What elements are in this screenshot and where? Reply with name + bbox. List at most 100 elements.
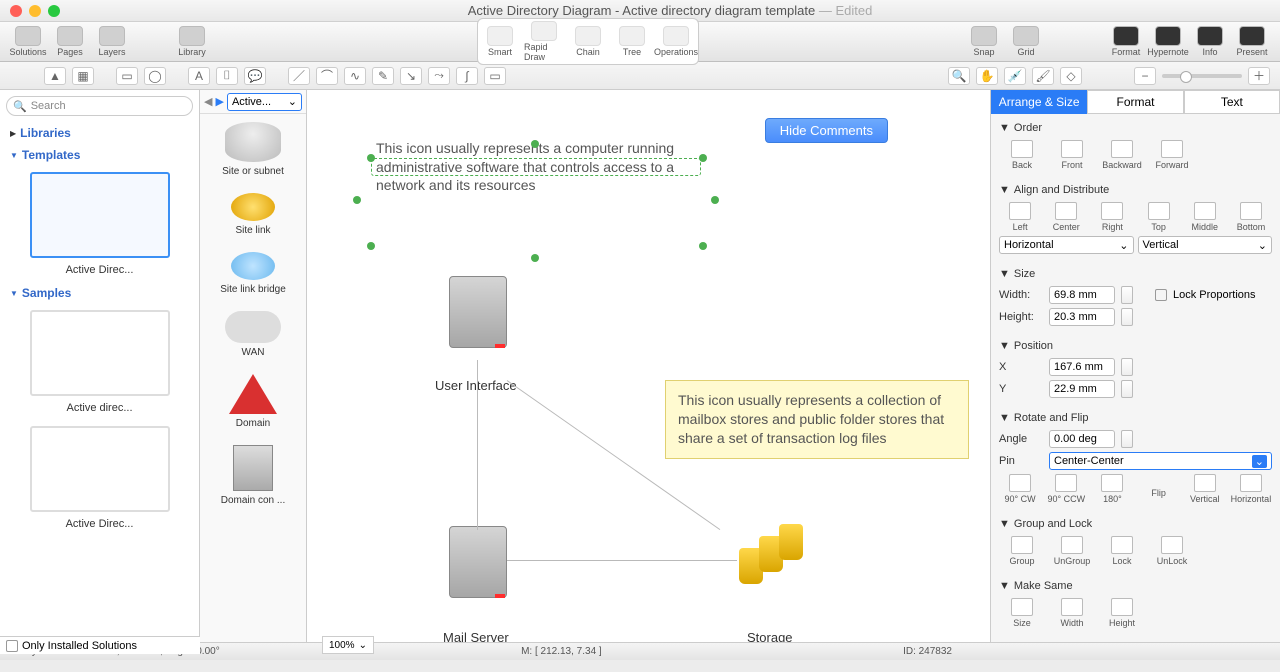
eyedropper-tool[interactable]: 💉 <box>1004 67 1026 85</box>
rotate-90cw[interactable]: 90° CW <box>999 474 1041 504</box>
resize-handle[interactable] <box>531 140 539 148</box>
pin-select[interactable]: Center-Center⌄ <box>1049 452 1272 470</box>
order-backward[interactable]: Backward <box>1099 140 1145 170</box>
align-top[interactable]: Top <box>1138 202 1180 232</box>
zoom-icon[interactable] <box>48 5 60 17</box>
ungroup-button[interactable]: UnGroup <box>1049 536 1095 566</box>
angle-field[interactable] <box>1049 430 1115 448</box>
samples-header[interactable]: ▼Samples <box>0 282 199 304</box>
order-forward[interactable]: Forward <box>1149 140 1195 170</box>
lock-button[interactable]: Lock <box>1099 536 1145 566</box>
group-button[interactable]: Group <box>999 536 1045 566</box>
unlock-button[interactable]: UnLock <box>1149 536 1195 566</box>
pages-button[interactable]: Pages <box>50 26 90 57</box>
textbox-tool[interactable]: ⌷ <box>216 67 238 85</box>
make-size[interactable]: Size <box>999 598 1045 628</box>
angle-stepper[interactable] <box>1121 430 1133 448</box>
resize-handle[interactable] <box>531 254 539 262</box>
distribute-vertical[interactable]: Vertical⌄ <box>1138 236 1273 254</box>
library-select[interactable]: Active...⌄ <box>227 93 302 111</box>
brush-tool[interactable]: 🖌 <box>1032 67 1054 85</box>
solutions-button[interactable]: Solutions <box>8 26 48 57</box>
shape-site-subnet[interactable]: Site or subnet <box>200 114 306 185</box>
shape-site-link-bridge[interactable]: Site link bridge <box>200 244 306 303</box>
operations-button[interactable]: Operations <box>656 26 696 57</box>
height-stepper[interactable] <box>1121 308 1133 326</box>
spline-tool[interactable]: ∫ <box>456 67 478 85</box>
shape-site-link[interactable]: Site link <box>200 185 306 244</box>
hand-tool[interactable]: ✋ <box>976 67 998 85</box>
resize-handle[interactable] <box>367 154 375 162</box>
close-icon[interactable] <box>10 5 22 17</box>
order-front[interactable]: Front <box>1049 140 1095 170</box>
line-tool[interactable]: ／ <box>288 67 310 85</box>
connector-tool[interactable]: ↘ <box>400 67 422 85</box>
search-input[interactable]: 🔍 Search <box>6 96 193 116</box>
shape-domain-controller[interactable]: Domain con ... <box>200 437 306 514</box>
resize-handle[interactable] <box>699 242 707 250</box>
comment-note-2[interactable]: This icon usually represents a collectio… <box>665 380 969 459</box>
eraser-tool[interactable]: ◇ <box>1060 67 1082 85</box>
format-button[interactable]: Format <box>1106 26 1146 57</box>
grid-button[interactable]: Grid <box>1006 26 1046 57</box>
zoom-out-icon[interactable]: − <box>1134 67 1156 85</box>
comment-note-1[interactable]: This icon usually represents a computer … <box>371 158 701 176</box>
height-field[interactable] <box>1049 308 1115 326</box>
info-button[interactable]: Info <box>1190 26 1230 57</box>
zoom-display[interactable]: 100% ⌄ <box>322 636 374 654</box>
lock-proportions-checkbox[interactable] <box>1155 289 1167 301</box>
align-center[interactable]: Center <box>1045 202 1087 232</box>
callout-tool[interactable]: 💬 <box>244 67 266 85</box>
resize-handle[interactable] <box>699 154 707 162</box>
arc-tool[interactable]: ⌒ <box>316 67 338 85</box>
sample-thumb-2[interactable] <box>30 426 170 512</box>
x-field[interactable] <box>1049 358 1115 376</box>
align-middle[interactable]: Middle <box>1184 202 1226 232</box>
nav-back-icon[interactable]: ◀ <box>204 95 212 108</box>
tab-format[interactable]: Format <box>1087 90 1183 114</box>
hypernote-button[interactable]: Hypernote <box>1148 26 1188 57</box>
flowchart-tool[interactable]: ▭ <box>484 67 506 85</box>
present-button[interactable]: Present <box>1232 26 1272 57</box>
chain-button[interactable]: Chain <box>568 26 608 57</box>
zoom-slider[interactable] <box>1162 74 1242 78</box>
flip-vertical[interactable]: Vertical <box>1184 474 1226 504</box>
resize-handle[interactable] <box>367 242 375 250</box>
align-right[interactable]: Right <box>1091 202 1133 232</box>
pen-tool[interactable]: ✎ <box>372 67 394 85</box>
position-section[interactable]: ▼ Position <box>999 336 1272 356</box>
align-left[interactable]: Left <box>999 202 1041 232</box>
align-section[interactable]: ▼ Align and Distribute <box>999 180 1272 200</box>
order-section[interactable]: ▼ Order <box>999 118 1272 138</box>
zoom-in-icon[interactable]: 🔍 <box>948 67 970 85</box>
rapid-draw-button[interactable]: Rapid Draw <box>524 21 564 62</box>
library-button[interactable]: Library <box>172 26 212 57</box>
align-bottom[interactable]: Bottom <box>1230 202 1272 232</box>
zoom-in2-icon[interactable]: ＋ <box>1248 67 1270 85</box>
rotate-section[interactable]: ▼ Rotate and Flip <box>999 408 1272 428</box>
tab-text[interactable]: Text <box>1184 90 1280 114</box>
templates-header[interactable]: ▼Templates <box>0 144 199 166</box>
size-section[interactable]: ▼ Size <box>999 264 1272 284</box>
make-width[interactable]: Width <box>1049 598 1095 628</box>
width-stepper[interactable] <box>1121 286 1133 304</box>
tree-button[interactable]: Tree <box>612 26 652 57</box>
user-interface-node[interactable] <box>449 276 513 354</box>
shape-domain[interactable]: Domain <box>200 366 306 437</box>
smart-connector-tool[interactable]: ⤳ <box>428 67 450 85</box>
y-stepper[interactable] <box>1121 380 1133 398</box>
make-height[interactable]: Height <box>1099 598 1145 628</box>
sample-thumb-1[interactable] <box>30 310 170 396</box>
order-back[interactable]: Back <box>999 140 1045 170</box>
nav-fwd-icon[interactable]: ▶ <box>215 95 223 108</box>
snap-button[interactable]: Snap <box>964 26 1004 57</box>
distribute-horizontal[interactable]: Horizontal⌄ <box>999 236 1134 254</box>
rotate-180[interactable]: 180° <box>1091 474 1133 504</box>
hide-comments-button[interactable]: Hide Comments <box>765 118 888 143</box>
canvas[interactable]: Hide Comments This icon usually represen… <box>307 90 990 642</box>
smart-button[interactable]: Smart <box>480 26 520 57</box>
libraries-header[interactable]: ▶Libraries <box>0 122 199 144</box>
flip-horizontal[interactable]: Horizontal <box>1230 474 1272 504</box>
y-field[interactable] <box>1049 380 1115 398</box>
curve-tool[interactable]: ∿ <box>344 67 366 85</box>
